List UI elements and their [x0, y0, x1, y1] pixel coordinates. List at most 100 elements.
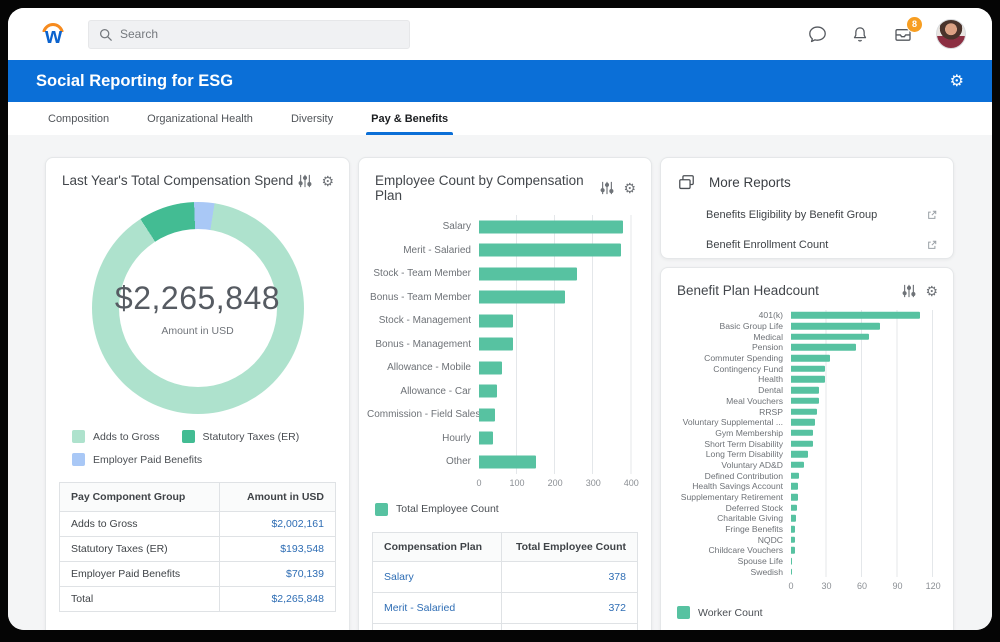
chart-bar[interactable]: [479, 338, 513, 351]
chat-button[interactable]: [807, 24, 828, 45]
table-cell-link[interactable]: Merit - Salaried: [373, 592, 502, 623]
legend-swatch: [677, 606, 690, 619]
chart-bar[interactable]: [791, 387, 819, 394]
chart-row: Health: [669, 374, 939, 385]
table-header: Pay Component Group: [60, 483, 220, 512]
donut-chart[interactable]: $2,265,848 Amount in USD: [92, 202, 304, 414]
chart-bar[interactable]: [479, 267, 577, 280]
inbox-button[interactable]: 8: [892, 24, 914, 45]
chart-bar[interactable]: [479, 314, 513, 327]
chart-bar[interactable]: [791, 323, 880, 330]
table-row: Salary378: [373, 561, 638, 592]
report-link-benefit-enrollment[interactable]: Benefit Enrollment Count: [661, 230, 953, 259]
table-cell-link[interactable]: Salary: [373, 561, 502, 592]
chart-bar[interactable]: [479, 455, 536, 468]
x-axis-tick: 0: [788, 581, 793, 591]
chart-bar[interactable]: [791, 355, 830, 362]
search-input[interactable]: Search: [88, 20, 410, 49]
chart-bar[interactable]: [791, 483, 798, 490]
notifications-button[interactable]: [850, 24, 870, 45]
chart-bar[interactable]: [791, 494, 798, 501]
top-icons: 8: [807, 19, 966, 49]
chart-bar[interactable]: [791, 440, 813, 447]
page-title: Social Reporting for ESG: [36, 72, 233, 91]
table-row: Employer Paid Benefits$70,139: [60, 562, 336, 587]
table-cell-link[interactable]: $70,139: [219, 562, 335, 587]
gear-icon[interactable]: ⚙: [321, 174, 334, 188]
chart-bar[interactable]: [791, 398, 819, 405]
chart-row: Contingency Fund: [669, 363, 939, 374]
tab-composition[interactable]: Composition: [48, 102, 109, 135]
chart-bar[interactable]: [791, 419, 815, 426]
chart-category-label: Short Term Disability: [669, 439, 791, 449]
table-cell-link[interactable]: $2,002,161: [219, 512, 335, 537]
chart-track: [791, 406, 939, 417]
chart-bar[interactable]: [479, 291, 565, 304]
profile-avatar[interactable]: [936, 19, 966, 49]
dashboard-settings-button[interactable]: ⚙: [950, 71, 964, 91]
chart-category-label: Contingency Fund: [669, 364, 791, 374]
tab-pay-and-benefits[interactable]: Pay & Benefits: [371, 102, 448, 135]
chart-track: [791, 460, 939, 471]
report-link-benefits-eligibility[interactable]: Benefits Eligibility by Benefit Group: [661, 200, 953, 230]
gear-icon[interactable]: ⚙: [623, 181, 636, 195]
gear-icon[interactable]: ⚙: [925, 284, 938, 298]
chart-row: NQDC: [669, 534, 939, 545]
chart-track: [791, 363, 939, 374]
chart-bar[interactable]: [791, 333, 869, 340]
table-cell-link[interactable]: $193,548: [219, 537, 335, 562]
tab-organizational-health[interactable]: Organizational Health: [147, 102, 253, 135]
chart-bar[interactable]: [791, 515, 796, 522]
table-cell-link[interactable]: 257: [501, 623, 637, 630]
chart-bar[interactable]: [479, 361, 502, 374]
chart-bar[interactable]: [791, 366, 825, 373]
benefit-headcount-header: Benefit Plan Headcount ⚙: [661, 268, 953, 302]
chart-track: [791, 374, 939, 385]
tune-icon[interactable]: [600, 181, 614, 195]
table-cell-link[interactable]: $2,265,848: [219, 587, 335, 612]
chart-track: [791, 428, 939, 439]
chart-bar[interactable]: [791, 344, 856, 351]
chart-row: Charitable Giving: [669, 513, 939, 524]
chart-track: [791, 502, 939, 513]
chart-bar[interactable]: [791, 430, 813, 437]
chart-category-label: RRSP: [669, 407, 791, 417]
chart-bar[interactable]: [791, 408, 817, 415]
chart-bar[interactable]: [479, 408, 495, 421]
legend-swatch: [72, 430, 85, 443]
chart-bar[interactable]: [791, 504, 797, 511]
tune-icon[interactable]: [902, 284, 916, 298]
chart-bar[interactable]: [791, 462, 804, 469]
chart-track: [791, 438, 939, 449]
chart-bar[interactable]: [791, 312, 920, 319]
table-cell-link[interactable]: 372: [501, 592, 637, 623]
chart-category-label: Commission - Field Sales: [367, 409, 479, 420]
chart-bar[interactable]: [479, 432, 493, 445]
table-cell-link[interactable]: Stock - Team Member: [373, 623, 502, 630]
x-axis-tick: 200: [548, 478, 563, 488]
chart-category-label: Charitable Giving: [669, 513, 791, 523]
chart-bar[interactable]: [791, 472, 799, 479]
chart-bar[interactable]: [791, 451, 808, 458]
inbox-badge: 8: [906, 16, 923, 33]
chart-bar[interactable]: [791, 376, 825, 383]
chart-bar[interactable]: [791, 547, 795, 554]
chart-row: Pension: [669, 342, 939, 353]
chart-row: Defined Contribution: [669, 470, 939, 481]
chart-bar[interactable]: [479, 244, 621, 257]
table-cell-link[interactable]: 378: [501, 561, 637, 592]
tab-diversity[interactable]: Diversity: [291, 102, 333, 135]
chart-bar[interactable]: [791, 558, 792, 565]
chart-category-label: Allowance - Car: [367, 386, 479, 397]
tune-icon[interactable]: [298, 174, 312, 188]
workday-logo[interactable]: w: [38, 21, 68, 47]
chart-row: Swedish: [669, 567, 939, 578]
chart-category-label: Salary: [367, 221, 479, 232]
chart-bar[interactable]: [791, 526, 795, 533]
chart-track: [479, 450, 637, 474]
chart-track: [479, 309, 637, 333]
chart-bar[interactable]: [791, 537, 795, 544]
chart-bar[interactable]: [479, 220, 623, 233]
chart-bar[interactable]: [791, 569, 792, 576]
chart-bar[interactable]: [479, 385, 497, 398]
